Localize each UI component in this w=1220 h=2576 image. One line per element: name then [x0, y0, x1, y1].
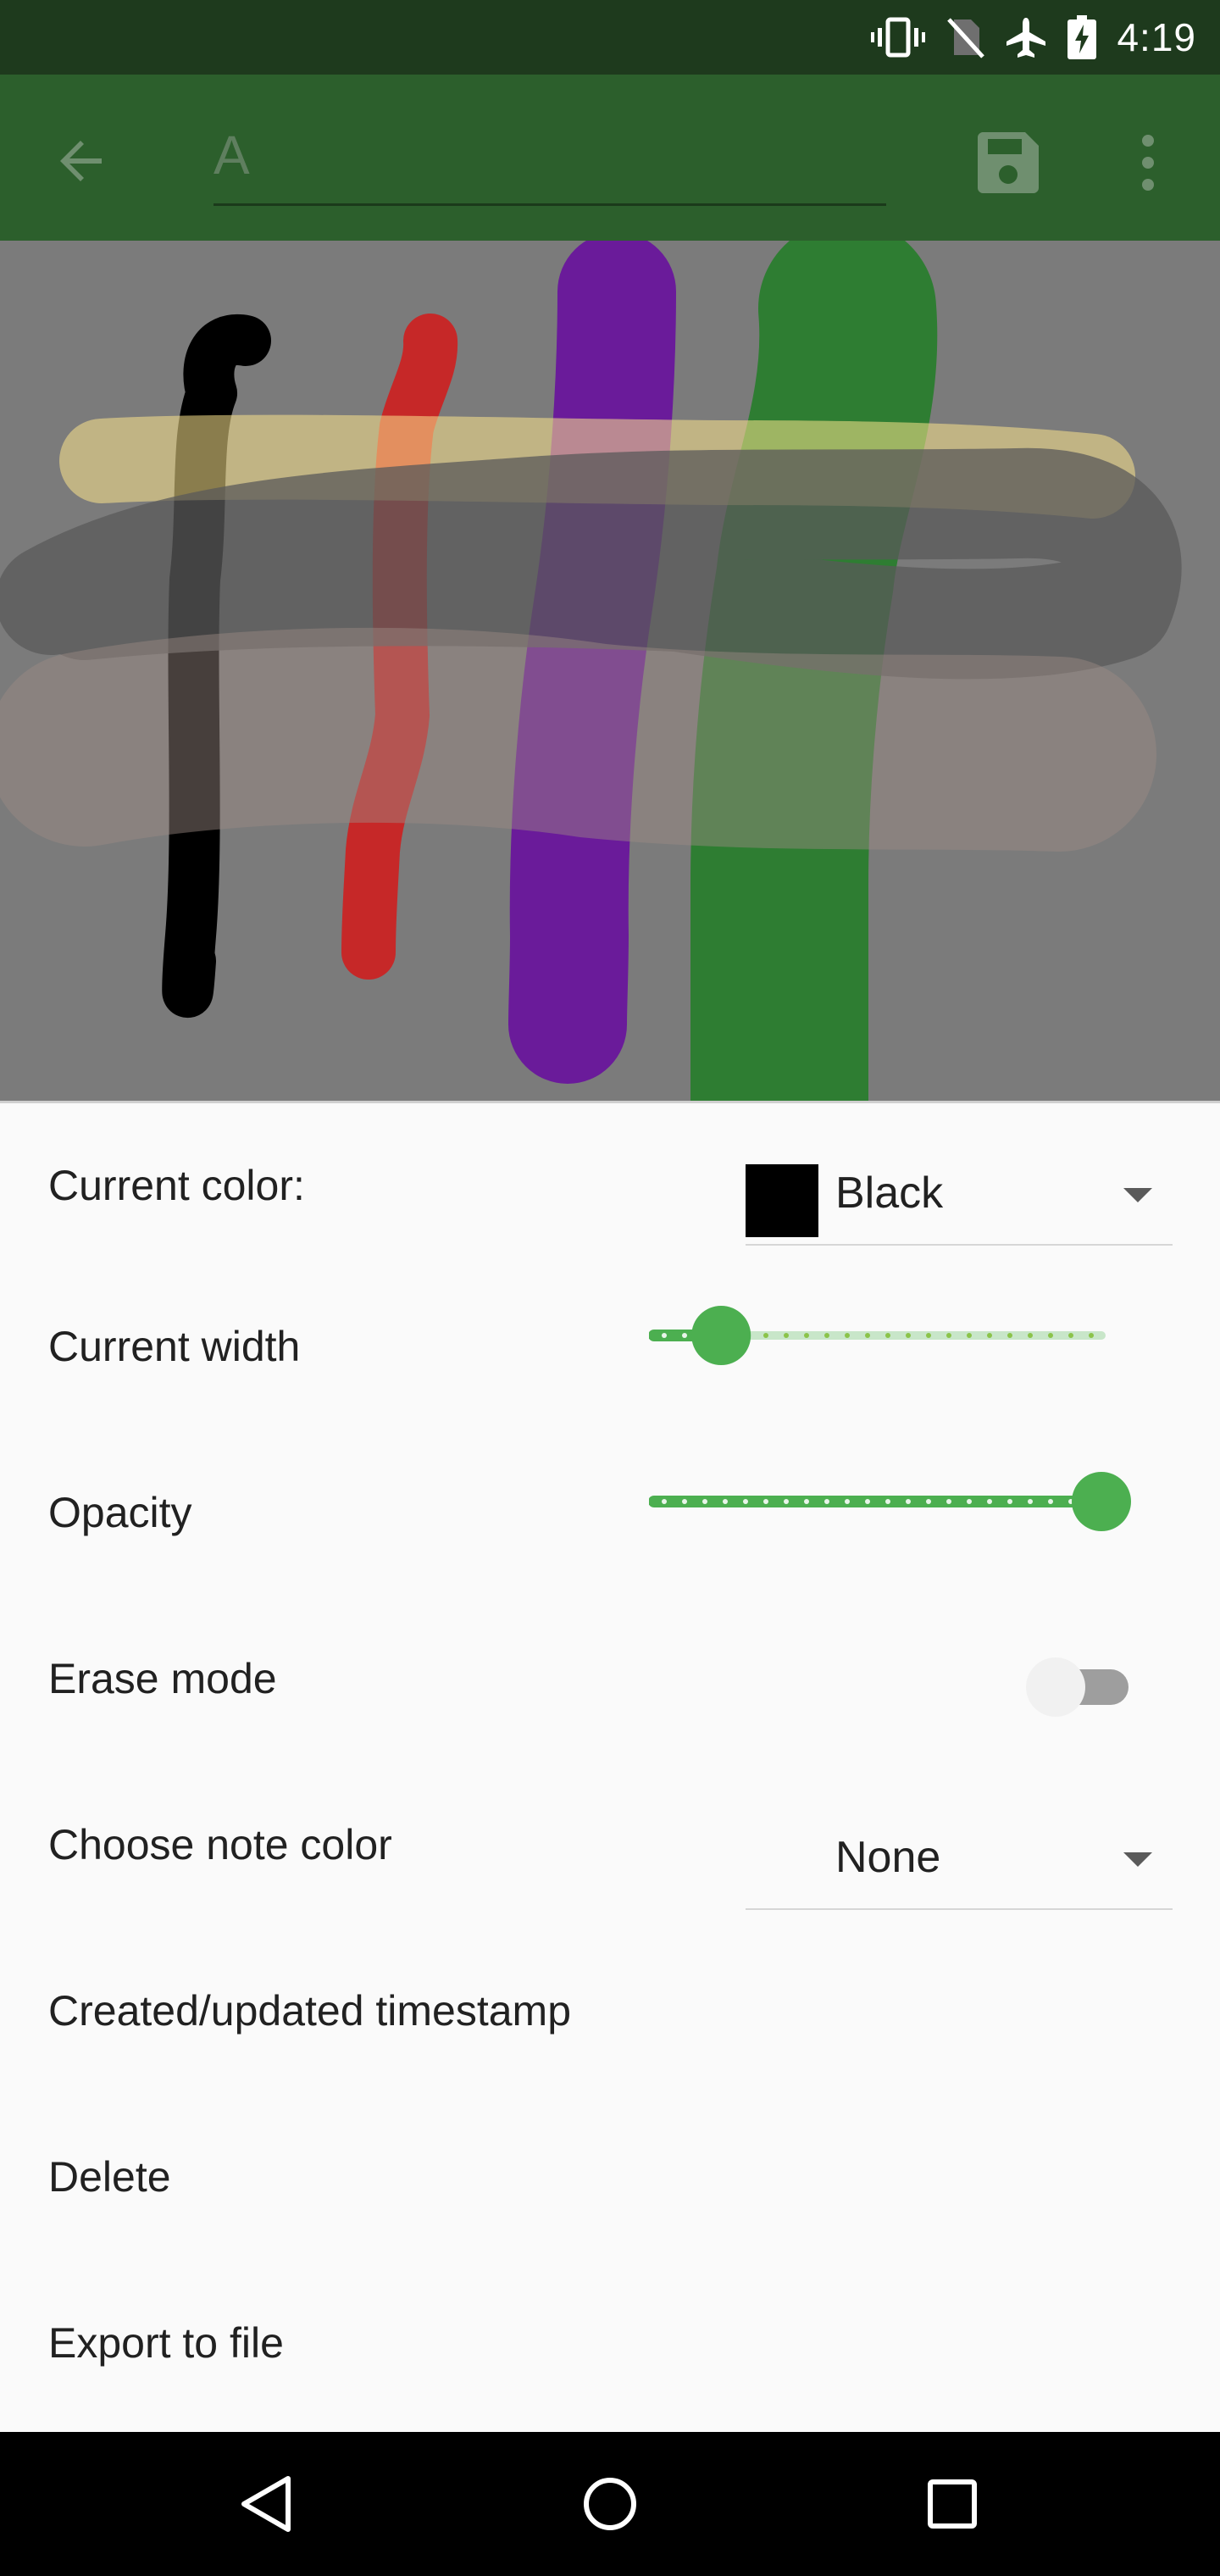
recents-square-icon: [928, 2479, 977, 2529]
status-bar: 4:19: [0, 0, 1220, 75]
current-color-dropdown[interactable]: Black: [746, 1149, 1173, 1246]
current-color-row: Current color: Black: [0, 1103, 1220, 1269]
nav-back-button[interactable]: [234, 2470, 302, 2538]
slider-tick: [743, 1499, 748, 1504]
erase-mode-label: Erase mode: [48, 1655, 277, 1702]
tan-stroke: [0, 627, 1156, 852]
note-title-field[interactable]: A: [214, 108, 886, 206]
slider-tick: [865, 1333, 870, 1338]
nav-home-button[interactable]: [576, 2470, 644, 2538]
gray-stroke: [0, 447, 1182, 680]
slider-tick: [804, 1333, 809, 1338]
battery-charging-icon: [1068, 15, 1097, 59]
slider-tick: [1007, 1333, 1012, 1338]
slider-tick: [662, 1333, 667, 1338]
slider-tick: [784, 1333, 789, 1338]
slider-tick: [987, 1499, 992, 1504]
slider-tick: [1028, 1333, 1033, 1338]
slider-tick: [967, 1333, 972, 1338]
canvas-strokes: [0, 241, 1182, 1103]
slider-tick: [1048, 1333, 1053, 1338]
slider-tick: [926, 1499, 931, 1504]
current-width-label: Current width: [48, 1323, 301, 1370]
current-color-value: Black: [835, 1169, 944, 1218]
slider-tick: [967, 1499, 972, 1504]
status-time: 4:19: [1117, 15, 1196, 59]
home-circle-icon: [584, 2478, 636, 2530]
slider-tick: [662, 1499, 667, 1504]
note-color-label: Choose note color: [48, 1821, 392, 1868]
slider-tick: [824, 1333, 829, 1338]
slider-tick: [763, 1333, 768, 1338]
slider-tick: [1048, 1499, 1053, 1504]
save-button[interactable]: [973, 127, 1044, 198]
slider-tick: [1007, 1499, 1012, 1504]
slider-thumb[interactable]: [691, 1306, 751, 1365]
slider-tick: [682, 1333, 687, 1338]
more-vert-icon: [1142, 135, 1154, 191]
delete-row[interactable]: Delete: [0, 2100, 1220, 2266]
back-button[interactable]: [47, 127, 115, 195]
slider-tick: [946, 1499, 951, 1504]
slider-tick: [702, 1499, 707, 1504]
opacity-row: Opacity: [0, 1435, 1220, 1602]
vibrate-icon: [871, 16, 926, 58]
note-color-value: None: [835, 1833, 941, 1882]
more-options-button[interactable]: [1127, 127, 1169, 198]
slider-tick: [1068, 1333, 1073, 1338]
export-row[interactable]: Export to file: [0, 2266, 1220, 2432]
back-triangle-icon: [241, 2476, 291, 2532]
current-color-label: Current color:: [48, 1162, 305, 1209]
note-color-dropdown[interactable]: None: [746, 1813, 1173, 1910]
drawing-settings-panel: Current color: Black Current width Opaci…: [0, 1103, 1220, 2432]
slider-tick: [946, 1333, 951, 1338]
slider-tick: [926, 1333, 931, 1338]
current-width-row: Current width: [0, 1269, 1220, 1435]
nav-recents-button[interactable]: [918, 2470, 986, 2538]
slider-tick: [784, 1499, 789, 1504]
slider-tick: [1089, 1333, 1094, 1338]
opacity-slider[interactable]: [649, 1468, 1132, 1535]
color-swatch: [746, 1164, 818, 1237]
slider-tick: [885, 1499, 890, 1504]
slider-tick: [885, 1333, 890, 1338]
slider-tick: [763, 1499, 768, 1504]
system-nav-bar: [0, 2432, 1220, 2576]
slider-tick: [824, 1499, 829, 1504]
width-slider[interactable]: [649, 1302, 1132, 1369]
switch-thumb: [1026, 1657, 1085, 1717]
slider-tick: [987, 1333, 992, 1338]
drawing-canvas[interactable]: [0, 241, 1220, 1103]
slider-tick: [723, 1499, 728, 1504]
note-color-row: Choose note color None: [0, 1768, 1220, 1934]
slider-tick: [682, 1499, 687, 1504]
timestamp-label: Created/updated timestamp: [48, 1987, 572, 2035]
slider-tick: [845, 1499, 850, 1504]
slider-tick: [906, 1333, 911, 1338]
no-sim-icon: [946, 16, 985, 58]
airplane-mode-icon: [1005, 16, 1047, 58]
slider-tick: [804, 1499, 809, 1504]
save-icon: [978, 132, 1039, 193]
app-toolbar: A: [0, 75, 1220, 241]
slider-tick: [906, 1499, 911, 1504]
opacity-label: Opacity: [48, 1489, 192, 1536]
note-title-value: A: [214, 125, 250, 186]
chevron-down-icon: [1123, 1188, 1152, 1202]
slider-thumb[interactable]: [1072, 1472, 1131, 1531]
timestamp-row[interactable]: Created/updated timestamp: [0, 1934, 1220, 2100]
delete-label: Delete: [48, 2153, 171, 2201]
back-arrow-icon: [60, 141, 102, 181]
chevron-down-icon: [1123, 1852, 1152, 1867]
erase-mode-row: Erase mode: [0, 1602, 1220, 1768]
slider-tick: [865, 1499, 870, 1504]
export-label: Export to file: [48, 2319, 284, 2367]
slider-tick: [1028, 1499, 1033, 1504]
erase-mode-switch[interactable]: [1022, 1652, 1135, 1720]
status-icons: 4:19: [871, 0, 1196, 75]
slider-tick: [845, 1333, 850, 1338]
